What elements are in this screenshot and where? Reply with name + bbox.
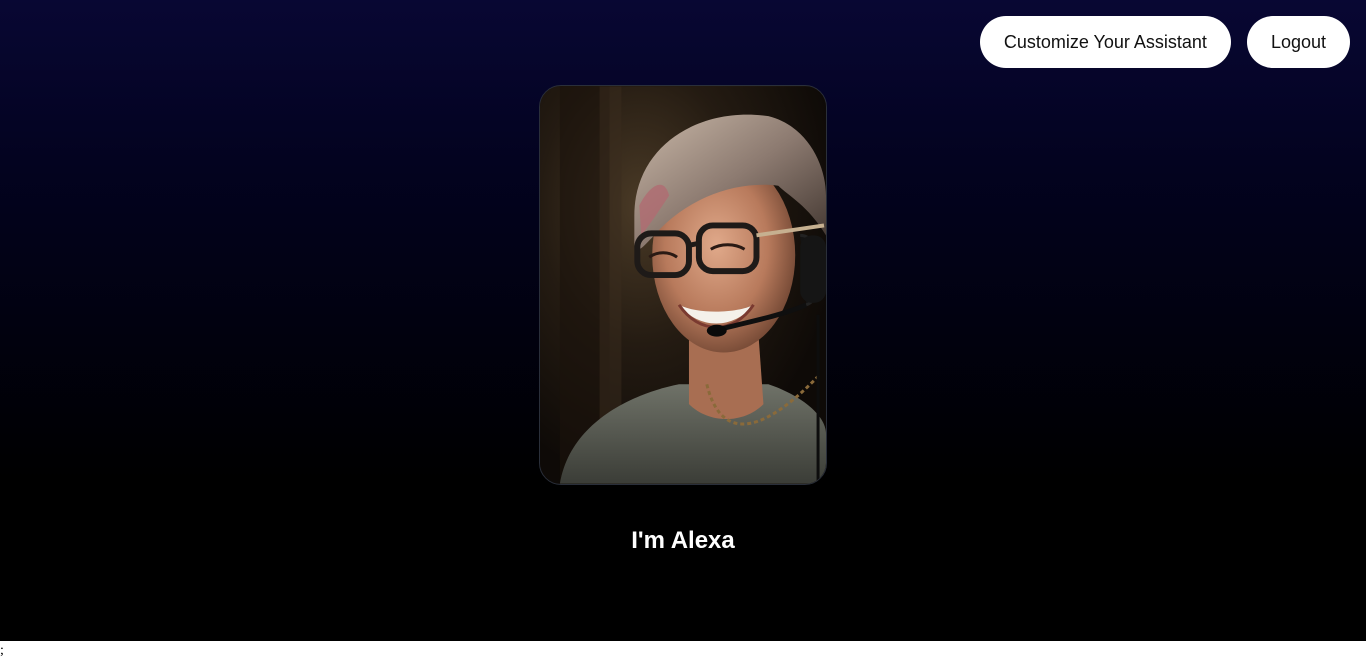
stray-footer-text: ; bbox=[0, 643, 4, 658]
assistant-portrait-illustration bbox=[540, 86, 826, 484]
top-actions: Customize Your Assistant Logout bbox=[979, 16, 1350, 68]
logout-button[interactable]: Logout bbox=[1246, 16, 1350, 68]
assistant-greeting-title: I'm Alexa bbox=[631, 527, 735, 554]
main-stage: Customize Your Assistant Logout I'm Alex… bbox=[0, 0, 1366, 641]
customize-assistant-button[interactable]: Customize Your Assistant bbox=[979, 16, 1231, 68]
assistant-avatar-image bbox=[539, 85, 827, 485]
